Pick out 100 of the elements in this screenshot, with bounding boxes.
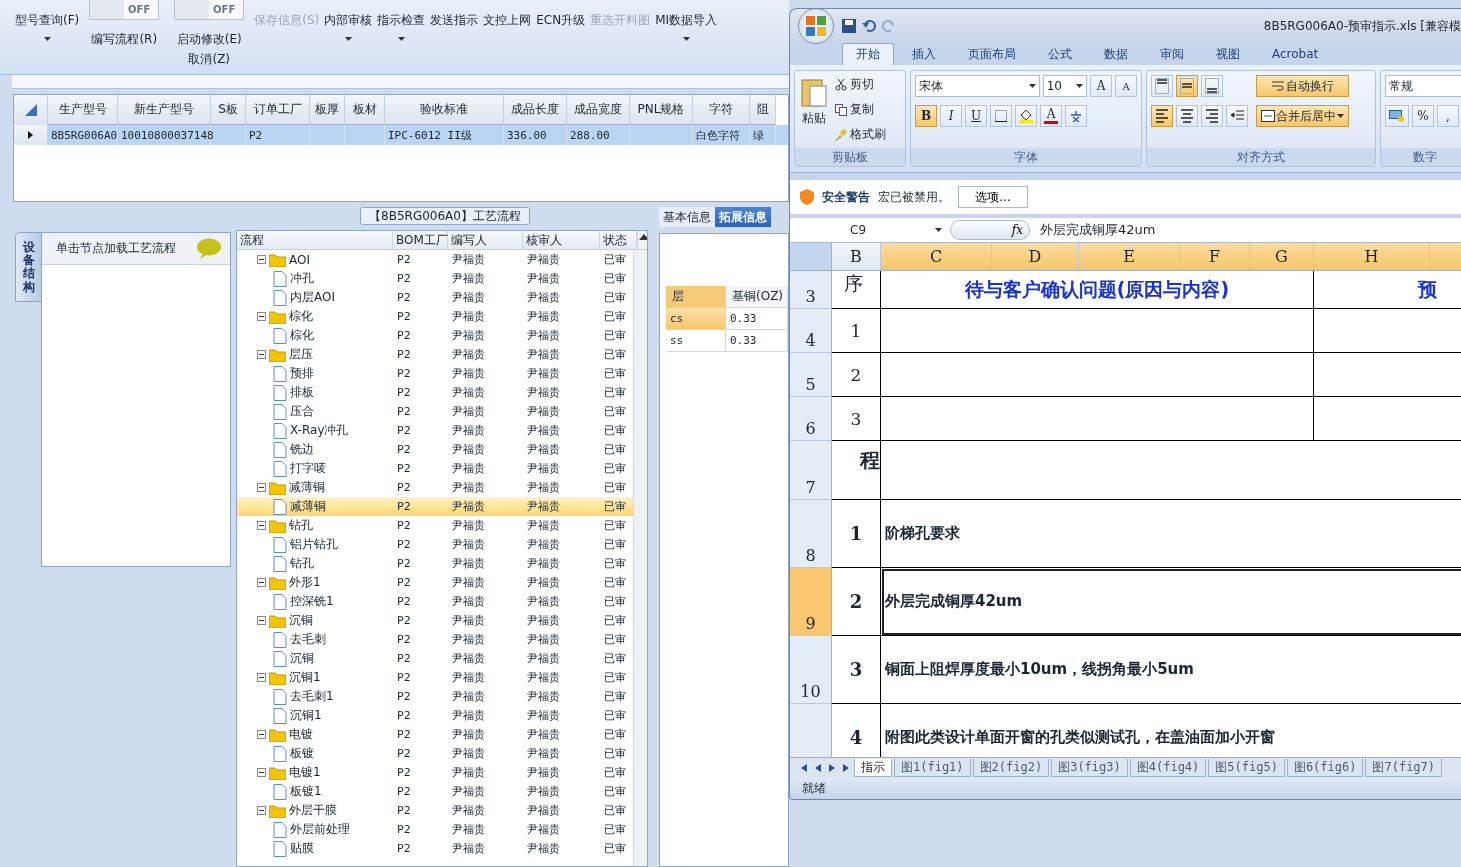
ribbon-tab[interactable]: 公式: [1034, 43, 1086, 65]
shrink-font-button[interactable]: A: [1115, 75, 1137, 97]
sheet-tab[interactable]: 图6(fig6): [1286, 758, 1364, 777]
sheet-tab[interactable]: 图2(fig2): [972, 758, 1050, 777]
merge-center-button[interactable]: 合并后居中: [1256, 105, 1349, 127]
row-header[interactable]: 7: [790, 441, 832, 500]
table-row[interactable]: ss 0.33: [666, 330, 788, 352]
save-button[interactable]: [842, 19, 856, 33]
column-header[interactable]: D: [992, 243, 1079, 271]
ribbon-tab[interactable]: Acrobat: [1258, 43, 1333, 65]
toolbar-button[interactable]: 文控上网: [482, 0, 533, 29]
office-button[interactable]: [798, 9, 834, 44]
formula-field[interactable]: 外层完成铜厚42um: [1030, 221, 1156, 239]
name-box[interactable]: C9: [790, 223, 950, 237]
collapse-icon[interactable]: [257, 768, 266, 777]
toolbar-button[interactable]: 发送指示: [429, 0, 480, 29]
undo-button[interactable]: [862, 19, 876, 33]
ribbon-tab[interactable]: 审阅: [1146, 43, 1198, 65]
side-tab[interactable]: 设备结构: [15, 232, 41, 302]
sheet-tab[interactable]: 图7(fig7): [1365, 758, 1443, 777]
column-header[interactable]: C: [881, 243, 992, 271]
column-header[interactable]: G: [1250, 243, 1314, 271]
horizontal-align-button[interactable]: [1151, 105, 1173, 127]
number-format-field[interactable]: 常规: [1385, 75, 1461, 97]
row-header[interactable]: 10: [790, 636, 832, 704]
grid-row[interactable]: 8B5RG006A0 10010800037148 P2 IPC-6012 II级 336.00 288.00 白色字符 绿: [14, 125, 788, 145]
row-header[interactable]: 8: [790, 500, 832, 568]
column-header[interactable]: E: [1079, 243, 1180, 271]
indent-button[interactable]: [1226, 105, 1248, 127]
vertical-align-button[interactable]: [1176, 75, 1198, 97]
row-header[interactable]: 6: [790, 397, 832, 441]
collapse-icon[interactable]: [257, 616, 266, 625]
table-cell-text: 已审: [603, 765, 627, 781]
bold-button[interactable]: B: [915, 105, 937, 127]
column-header[interactable]: F: [1180, 243, 1250, 271]
toggle-switch[interactable]: OFF: [89, 0, 160, 20]
column-header[interactable]: B: [832, 243, 881, 271]
sheet-cell[interactable]: 外层完成铜厚42um: [881, 568, 1461, 636]
sheet-cell[interactable]: 阶梯孔要求: [881, 500, 1461, 568]
collapse-icon[interactable]: [257, 578, 266, 587]
row-header[interactable]: 5: [790, 353, 832, 397]
border-button[interactable]: [990, 105, 1012, 127]
scroll-up-icon[interactable]: [638, 232, 647, 242]
horizontal-align-button[interactable]: [1176, 105, 1198, 127]
sheet-tab[interactable]: 指示: [854, 758, 892, 777]
toolbar-button[interactable]: 型号查询(F): [14, 0, 81, 41]
phonetic-button[interactable]: [1065, 105, 1087, 127]
ribbon-tab[interactable]: 插入: [898, 43, 950, 65]
toggle-switch[interactable]: OFF: [174, 0, 245, 20]
ribbon-tab[interactable]: 数据: [1090, 43, 1142, 65]
collapse-icon[interactable]: [257, 673, 266, 682]
wrap-text-button[interactable]: 自动换行: [1256, 75, 1349, 97]
format-painter-button[interactable]: 格式刷: [833, 125, 888, 144]
collapse-icon[interactable]: [257, 521, 266, 530]
column-header[interactable]: H: [1314, 243, 1430, 271]
collapse-icon[interactable]: [257, 483, 266, 492]
scrollbar[interactable]: [633, 250, 647, 866]
sheet-tab[interactable]: 图4(fig4): [1129, 758, 1207, 777]
fill-color-button[interactable]: [1015, 105, 1037, 127]
currency-button[interactable]: [1385, 105, 1409, 127]
cut-button[interactable]: 剪切: [833, 75, 888, 94]
tree-row[interactable]: 减薄铜 P2 尹福贵 尹福贵 已审: [237, 497, 633, 516]
collapse-icon[interactable]: [257, 312, 266, 321]
toolbar-button[interactable]: 内部审核: [323, 0, 374, 41]
comma-button[interactable]: ,: [1437, 105, 1459, 127]
ribbon-tab[interactable]: 开始: [842, 43, 894, 65]
sheet-tab[interactable]: 图1(fig1): [894, 758, 971, 777]
tab[interactable]: 基本信息: [659, 207, 715, 227]
toolbar-button[interactable]: 指示检查: [376, 0, 427, 41]
sheet-cell[interactable]: 铜面上阻焊厚度最小10um，线拐角最小5um: [881, 636, 1461, 704]
collapse-icon[interactable]: [257, 730, 266, 739]
tree-node-label: 外层干膜: [289, 802, 337, 819]
ribbon-tab[interactable]: 页面布局: [954, 43, 1030, 65]
font-color-button[interactable]: A: [1040, 105, 1062, 127]
paste-button[interactable]: 粘贴: [799, 75, 829, 144]
toolbar-button[interactable]: MI数据导入: [654, 0, 719, 41]
italic-button[interactable]: I: [940, 105, 962, 127]
toolbar-button[interactable]: ECN升级: [535, 0, 587, 29]
row-header[interactable]: 4: [790, 309, 832, 353]
insert-function-button[interactable]: fx: [950, 220, 1030, 240]
vertical-align-button[interactable]: [1151, 75, 1173, 97]
table-row[interactable]: cs 0.33: [666, 308, 788, 330]
font-name-field[interactable]: 宋体: [915, 75, 1040, 97]
tab[interactable]: 拓展信息: [715, 207, 771, 227]
grow-font-button[interactable]: A: [1090, 75, 1112, 97]
collapse-icon[interactable]: [257, 255, 266, 264]
ribbon-tab[interactable]: 视图: [1202, 43, 1254, 65]
underline-button[interactable]: U: [965, 105, 987, 127]
sheet-tab[interactable]: 图5(fig5): [1208, 758, 1285, 777]
horizontal-align-button[interactable]: [1201, 105, 1223, 127]
collapse-icon[interactable]: [257, 806, 266, 815]
sheet-tab[interactable]: 图3(fig3): [1051, 758, 1128, 777]
copy-button[interactable]: 复制: [833, 100, 888, 119]
row-header[interactable]: 9: [790, 568, 832, 636]
row-header[interactable]: 3: [790, 271, 832, 309]
collapse-icon[interactable]: [257, 350, 266, 359]
font-size-field[interactable]: 10: [1042, 75, 1087, 97]
vertical-align-button[interactable]: [1201, 75, 1223, 97]
options-button[interactable]: 选项...: [958, 186, 1028, 208]
percent-button[interactable]: %: [1412, 105, 1434, 127]
